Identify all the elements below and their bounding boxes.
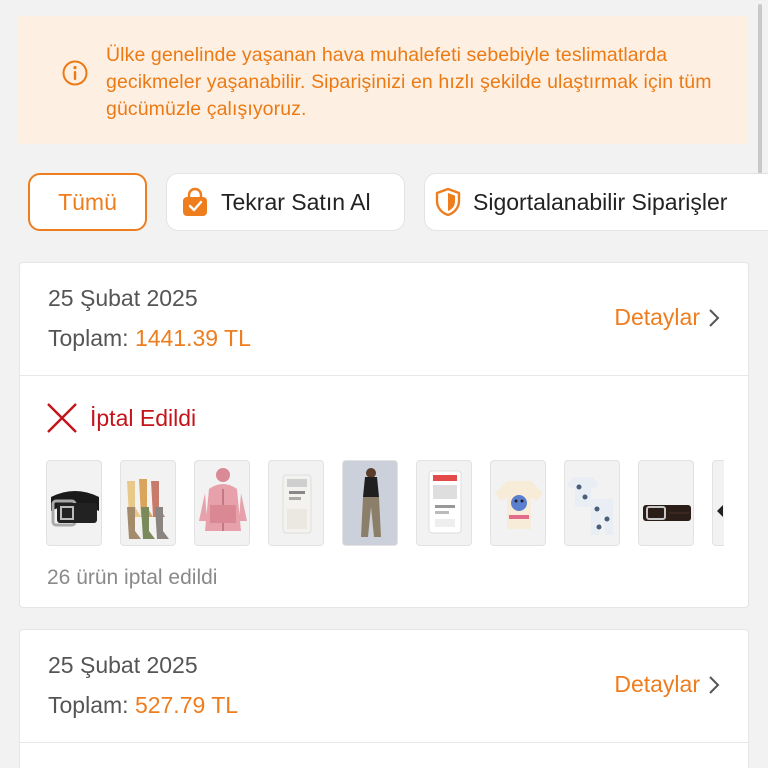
scrollbar[interactable] xyxy=(758,4,762,174)
product-thumbnail-tights-pack[interactable] xyxy=(416,460,472,546)
product-thumbnail-socks[interactable] xyxy=(120,460,176,546)
card-divider xyxy=(20,742,748,743)
order-details-label: Detaylar xyxy=(614,304,700,330)
order-header: 25 Şubat 2025 Toplam: 1441.39 TL Detayla… xyxy=(20,263,748,375)
order-header: 25 Şubat 2025 Toplam: 527.79 TL Detaylar xyxy=(20,630,748,742)
filter-insurable-orders-label: Sigortalanabilir Siparişler xyxy=(473,188,728,215)
product-thumbnail-white-socks-pack[interactable] xyxy=(268,460,324,546)
product-thumbnail-pajama-set[interactable] xyxy=(564,460,620,546)
order-total: Toplam: 527.79 TL xyxy=(48,692,238,719)
product-thumbnail-pink-jacket[interactable] xyxy=(194,460,250,546)
filter-buy-again-label: Tekrar Satın Al xyxy=(221,188,371,215)
order-date: 25 Şubat 2025 xyxy=(48,652,198,678)
info-icon xyxy=(62,60,88,86)
canceled-items-count: 26 ürün iptal edildi xyxy=(47,566,218,589)
order-date: 25 Şubat 2025 xyxy=(48,285,198,311)
order-card: 25 Şubat 2025 Toplam: 1441.39 TL Detayla… xyxy=(19,262,749,608)
product-thumbnail-stitch-sweatshirt[interactable] xyxy=(490,460,546,546)
cancel-x-icon xyxy=(47,403,77,433)
order-total: Toplam: 1441.39 TL xyxy=(48,325,251,352)
product-thumbnail-partial[interactable] xyxy=(712,460,724,546)
order-details-link[interactable]: Detaylar xyxy=(614,304,720,331)
product-thumbnail-woman-outfit[interactable] xyxy=(342,460,398,546)
product-thumbnail-list[interactable] xyxy=(46,460,724,546)
order-items-section: İptal Edildi 26 ürün iptal edildi xyxy=(20,376,748,608)
order-total-label: Toplam: xyxy=(48,692,129,718)
shopping-bag-icon xyxy=(183,187,207,216)
product-thumbnail-brown-belt[interactable] xyxy=(638,460,694,546)
order-details-label: Detaylar xyxy=(614,671,700,697)
order-status: İptal Edildi xyxy=(46,402,196,434)
order-total-label: Toplam: xyxy=(48,325,129,351)
filter-insurable-orders-button[interactable]: Sigortalanabilir Siparişler xyxy=(424,173,768,231)
notice-text: Ülke genelinde yaşanan hava muhalefeti s… xyxy=(106,44,712,120)
filter-all-button[interactable]: Tümü xyxy=(28,173,147,231)
order-details-link[interactable]: Detaylar xyxy=(614,671,720,698)
order-total-amount: 1441.39 TL xyxy=(134,325,251,351)
order-filter-bar: Tümü Tekrar Satın Al Sigortalanabilir Si… xyxy=(0,173,768,233)
chevron-right-icon xyxy=(709,308,720,327)
chevron-right-icon xyxy=(709,675,720,694)
delivery-notice-banner: Ülke genelinde yaşanan hava muhalefeti s… xyxy=(18,16,748,144)
filter-buy-again-button[interactable]: Tekrar Satın Al xyxy=(166,173,405,231)
filter-all-label: Tümü xyxy=(58,188,117,215)
order-status-label: İptal Edildi xyxy=(90,404,197,431)
shield-icon xyxy=(435,187,461,217)
product-thumbnail-belt[interactable] xyxy=(46,460,102,546)
order-total-amount: 527.79 TL xyxy=(134,692,239,718)
order-card: 25 Şubat 2025 Toplam: 527.79 TL Detaylar xyxy=(19,629,749,768)
